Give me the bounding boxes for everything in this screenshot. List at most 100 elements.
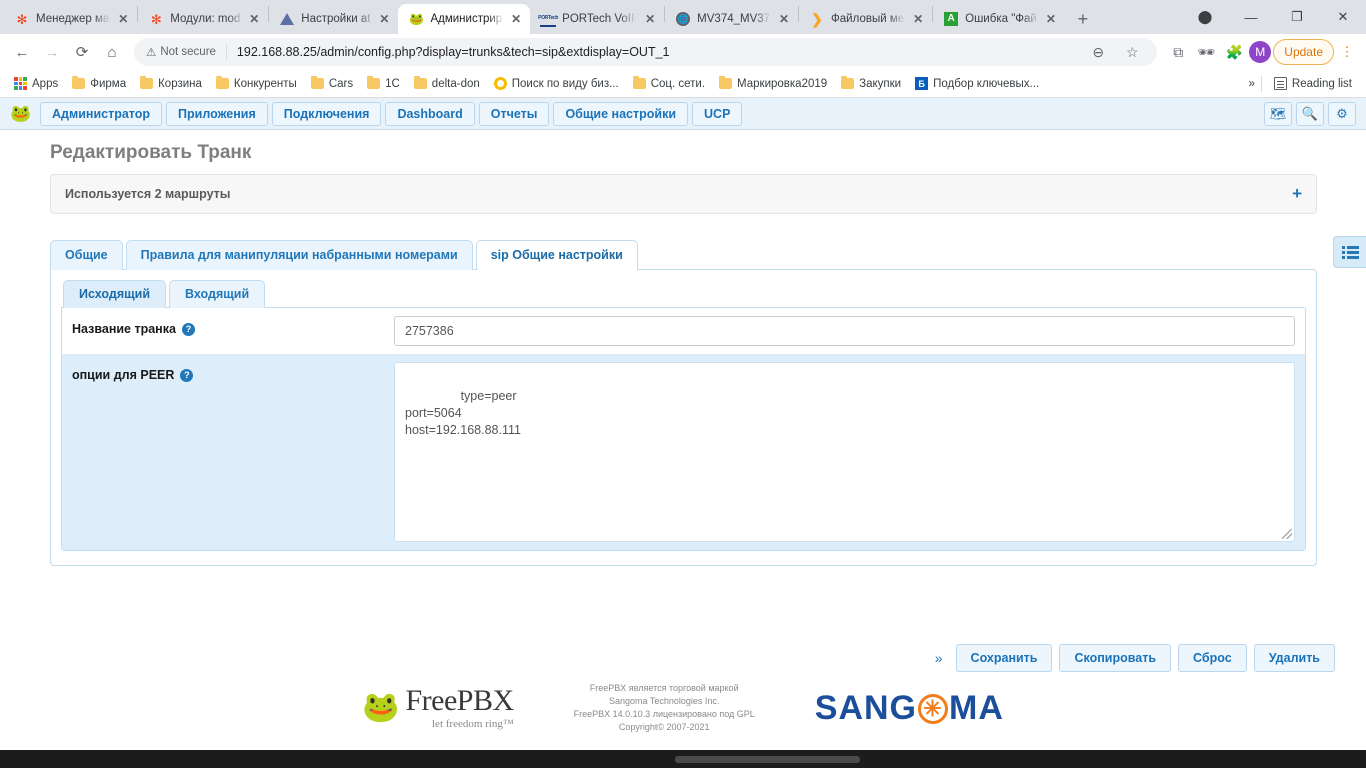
bookmark-item[interactable]: Фирма	[66, 75, 132, 93]
freepbx-logo-icon[interactable]: 🐸	[6, 101, 36, 127]
tab-title: Менеджер ма	[36, 13, 110, 25]
trunk-name-label: Название транка ?	[72, 316, 394, 336]
bookmark-item[interactable]: Корзина	[134, 75, 208, 93]
bookmark-item[interactable]: Маркировка2019	[713, 75, 833, 93]
new-tab-button[interactable]: +	[1069, 5, 1097, 33]
avatar[interactable]: M	[1249, 41, 1272, 63]
minimize-button[interactable]: —	[1228, 0, 1274, 34]
label-text: Название транка	[72, 322, 176, 336]
close-icon[interactable]: ✕	[776, 11, 792, 27]
nav-item-dashboard[interactable]: Dashboard	[385, 101, 475, 126]
reset-button[interactable]: Сброс	[1178, 644, 1247, 672]
folder-icon	[841, 76, 855, 89]
translate-icon[interactable]: 🗺	[1264, 101, 1292, 126]
browser-tab[interactable]: PORTech PORTech VoIP ✕	[530, 4, 664, 34]
help-icon[interactable]: ?	[181, 322, 195, 336]
label-text: опции для PEER	[72, 368, 175, 382]
browser-tab[interactable]: ✻ Модули: mod ✕	[138, 4, 268, 34]
close-icon[interactable]: ✕	[376, 11, 392, 27]
subtab-incoming[interactable]: Входящий	[169, 280, 266, 308]
bookmark-item[interactable]: Закупки	[835, 75, 907, 93]
trunk-name-input[interactable]: 2757386	[394, 316, 1295, 346]
close-window-button[interactable]: ✕	[1320, 0, 1366, 34]
tab-sip-settings[interactable]: sip Общие настройки	[475, 240, 638, 271]
delete-button[interactable]: Удалить	[1253, 644, 1335, 672]
copyright-text: FreePBX является торговой маркой Sangoma…	[573, 683, 755, 732]
os-taskbar-strip	[0, 750, 1366, 768]
nav-item-connections[interactable]: Подключения	[271, 101, 382, 126]
subtab-outgoing[interactable]: Исходящий	[63, 280, 167, 308]
reading-list-button[interactable]: Reading list	[1268, 74, 1358, 93]
list-icon	[1342, 246, 1359, 259]
browser-tab[interactable]: Настройки at ✕	[269, 4, 398, 34]
sip-sub-tabs: Исходящий Входящий	[61, 280, 1306, 308]
url-text: 192.168.88.25/admin/config.php?display=t…	[236, 45, 670, 59]
forward-button[interactable]: →	[38, 38, 66, 66]
bookmark-label: Подбор ключевых...	[933, 77, 1040, 90]
actions-expander[interactable]: »	[929, 650, 949, 666]
incognito-icon[interactable]: 🕶	[1193, 39, 1219, 65]
nav-item-ucp[interactable]: UCP	[692, 101, 743, 126]
close-icon[interactable]: ✕	[910, 11, 926, 27]
bookmark-item[interactable]: Соц. сети.	[627, 75, 711, 93]
extensions-icon[interactable]: 🧩	[1221, 39, 1247, 65]
ring-icon	[493, 77, 507, 90]
tab-dial-rules[interactable]: Правила для манипуляции набранными номер…	[125, 240, 473, 270]
bookmark-item[interactable]: Конкуренты	[210, 75, 303, 93]
bookmark-label: 1C	[385, 77, 400, 90]
close-icon[interactable]: ✕	[246, 11, 262, 27]
bookmarks-overflow-button[interactable]: »	[1249, 78, 1255, 90]
nav-item-administrator[interactable]: Администратор	[40, 101, 163, 126]
reload-button[interactable]: ⟳	[68, 38, 96, 66]
bookmark-item[interactable]: Поиск по виду биз...	[488, 74, 625, 93]
nav-item-general-settings[interactable]: Общие настройки	[553, 101, 689, 126]
folder-icon	[719, 76, 733, 89]
side-panel-toggle[interactable]	[1333, 236, 1366, 268]
bookmark-label: Apps	[32, 77, 59, 90]
maximize-button[interactable]: ❐	[1274, 0, 1320, 34]
close-icon[interactable]: ✕	[642, 11, 658, 27]
home-button[interactable]: ⌂	[98, 38, 126, 66]
close-icon[interactable]: ✕	[508, 11, 524, 27]
help-icon[interactable]: ?	[180, 368, 194, 382]
bookmark-item[interactable]: Cars	[305, 75, 359, 93]
folder-icon	[72, 76, 86, 89]
bookmark-item[interactable]: Б Подбор ключевых...	[909, 74, 1045, 93]
search-icon[interactable]: 🔍	[1296, 101, 1324, 126]
bookmark-star-icon[interactable]: ☆	[1119, 39, 1145, 65]
close-icon[interactable]: ✕	[115, 11, 131, 27]
browser-tab[interactable]: 🌐 MV374_MV37 ✕	[665, 4, 798, 34]
screen-cast-icon[interactable]: ⧉	[1165, 39, 1191, 65]
nav-item-applications[interactable]: Приложения	[166, 101, 268, 126]
browser-tab[interactable]: A Ошибка "Фай ✕	[933, 4, 1065, 34]
bookmark-label: Корзина	[158, 77, 202, 90]
security-status[interactable]: ⚠ Not secure	[146, 45, 216, 59]
bookmark-item[interactable]: delta-don	[408, 75, 486, 93]
bookmark-label: Cars	[328, 77, 354, 90]
profile-badge-icon[interactable]: ⬤	[1182, 0, 1228, 34]
chrome-menu-button[interactable]: ⋮	[1336, 39, 1358, 65]
browser-tab[interactable]: ❯ Файловый ме ✕	[799, 4, 932, 34]
close-icon[interactable]: ✕	[1043, 11, 1059, 27]
address-bar[interactable]: ⚠ Not secure 192.168.88.25/admin/config.…	[134, 38, 1158, 66]
zoom-out-icon[interactable]: ⊖	[1085, 39, 1111, 65]
expand-icon[interactable]: +	[1292, 184, 1302, 204]
outgoing-form: Название транка ? 2757386 опции для PEER…	[61, 307, 1306, 551]
bookmark-item[interactable]: 1C	[361, 75, 406, 93]
update-button[interactable]: Update	[1273, 39, 1334, 65]
peer-options-textarea[interactable]: type=peer port=5064 host=192.168.88.111	[394, 362, 1295, 542]
usage-notice-panel: Используется 2 маршруты +	[50, 174, 1317, 214]
gear-icon[interactable]: ⚙	[1328, 101, 1356, 126]
tab-general[interactable]: Общие	[50, 240, 123, 270]
nav-item-reports[interactable]: Отчеты	[478, 101, 550, 126]
bookmark-label: Маркировка2019	[737, 77, 828, 90]
back-button[interactable]: ←	[8, 38, 36, 66]
bookmark-label: Соц. сети.	[650, 77, 706, 90]
bookmark-apps[interactable]: Apps	[8, 74, 64, 93]
browser-tab[interactable]: ✻ Менеджер ма ✕	[4, 4, 137, 34]
save-button[interactable]: Сохранить	[955, 644, 1053, 672]
resize-handle[interactable]	[1282, 529, 1292, 539]
freepbx-frog-icon: 🐸	[408, 12, 424, 26]
browser-tab-active[interactable]: 🐸 Администрир ✕	[398, 4, 531, 34]
duplicate-button[interactable]: Скопировать	[1059, 644, 1172, 672]
